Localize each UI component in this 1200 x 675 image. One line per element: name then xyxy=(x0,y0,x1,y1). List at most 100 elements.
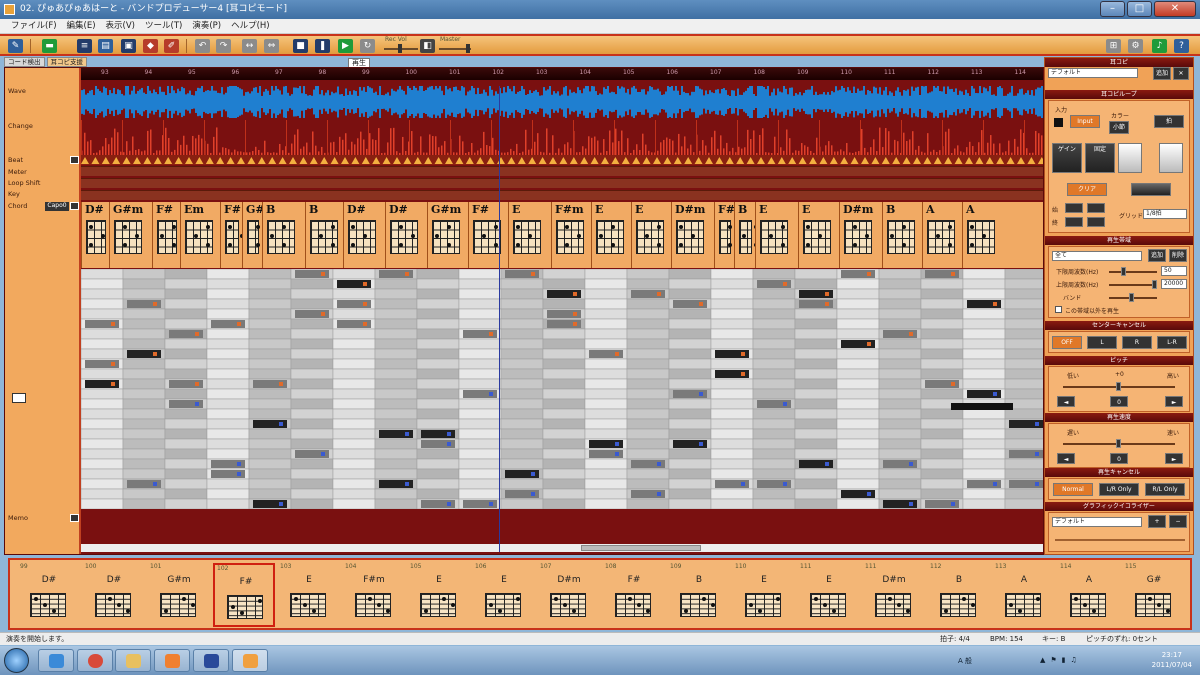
undo-icon[interactable]: ↶ xyxy=(195,39,210,53)
guitar-icon[interactable]: ♪ xyxy=(1152,39,1167,53)
stop-icon[interactable]: ■ xyxy=(293,39,308,53)
chord-diagram-strip[interactable]: 99 D# 100 D# 101 G#m 102 F# 103 E 104 F#m 105 E 106 E 10… xyxy=(8,558,1192,630)
measure-button[interactable]: 小節 xyxy=(1109,121,1129,134)
pitch-reset-button[interactable]: 0 xyxy=(1110,396,1128,407)
input-button[interactable]: Input xyxy=(1070,115,1100,128)
start-button[interactable] xyxy=(4,648,29,673)
chord-cell[interactable]: D#m xyxy=(839,202,882,268)
band-select[interactable]: 全て xyxy=(1052,251,1142,261)
band-delete-button[interactable]: 削除 xyxy=(1169,249,1187,262)
menu-edit[interactable]: 編集(E) xyxy=(62,19,101,33)
chord-track[interactable]: D#G#mF#EmF#G#mBBD#D#G#mF#EF#mEED#mF#BEED… xyxy=(81,202,1043,268)
loop-icon[interactable]: ↻ xyxy=(360,39,375,53)
taskbar-band-producer[interactable] xyxy=(232,649,268,672)
chord-diagram-card[interactable]: 110 E xyxy=(733,563,795,627)
chord-diagram-card[interactable]: 115 G# xyxy=(1123,563,1185,627)
speed-up-button[interactable]: ► xyxy=(1165,453,1183,464)
chord-diagram-card[interactable]: 108 F# xyxy=(603,563,665,627)
graphic-eq-delete-button[interactable]: − xyxy=(1169,515,1187,528)
open-icon[interactable]: ◆ xyxy=(143,39,158,53)
chord-cell[interactable]: A xyxy=(922,202,962,268)
pitch-down-button[interactable]: ◄ xyxy=(1057,396,1075,407)
band-knob[interactable] xyxy=(1129,293,1134,302)
chord-cell[interactable]: E xyxy=(508,202,551,268)
help-icon[interactable]: ? xyxy=(1174,39,1189,53)
close-button[interactable]: ✕ xyxy=(1154,1,1196,17)
maximize-button[interactable]: □ xyxy=(1127,1,1152,17)
rec-vol-knob[interactable] xyxy=(398,44,402,53)
ime-indicator[interactable]: A 般 xyxy=(958,656,972,666)
minimize-button[interactable]: – xyxy=(1100,1,1125,17)
taskbar-media-player[interactable] xyxy=(154,649,190,672)
taskbar-app-a[interactable] xyxy=(193,649,229,672)
chord-cell[interactable]: D# xyxy=(385,202,427,268)
center-r-button[interactable]: R xyxy=(1122,336,1152,349)
chord-cell[interactable]: B xyxy=(262,202,305,268)
tab-ear-copy[interactable]: 耳コピ支援 xyxy=(46,57,87,67)
speed-knob[interactable] xyxy=(1116,439,1121,448)
chord-diagram-card[interactable]: 102 F# xyxy=(213,563,275,627)
band-checkbox[interactable] xyxy=(1055,306,1062,313)
chord-cell[interactable]: E xyxy=(798,202,839,268)
track-add-icon[interactable]: ▬ xyxy=(42,39,57,53)
center-lr-button[interactable]: L-R xyxy=(1157,336,1187,349)
chord-diagram-card[interactable]: 109 B xyxy=(668,563,730,627)
zoom-out-icon[interactable]: ↔ xyxy=(242,39,257,53)
taskbar-explorer[interactable] xyxy=(115,649,151,672)
clock[interactable]: 23:17 2011/07/04 xyxy=(1152,650,1192,670)
center-off-button[interactable]: OFF xyxy=(1052,336,1082,349)
chord-cell[interactable]: B xyxy=(734,202,755,268)
change-track[interactable] xyxy=(81,120,1043,155)
chord-cell[interactable]: B xyxy=(305,202,343,268)
chord-cell[interactable]: F# xyxy=(468,202,508,268)
chord-diagram-card[interactable]: 100 D# xyxy=(83,563,145,627)
preset-select[interactable]: デフォルト xyxy=(1048,68,1138,78)
beat-toggle[interactable] xyxy=(70,156,79,164)
pause-icon[interactable]: ❚ xyxy=(315,39,330,53)
pencil-icon[interactable]: ✎ xyxy=(8,39,23,53)
tray-icons[interactable]: ▲⚑▮♫ xyxy=(1040,656,1082,664)
graphic-eq-select[interactable]: デフォルト xyxy=(1052,517,1142,527)
gain-button[interactable]: ゲイン xyxy=(1052,143,1082,173)
chord-cell[interactable]: E xyxy=(755,202,798,268)
high-freq-knob[interactable] xyxy=(1152,280,1157,289)
chord-diagram-card[interactable]: 112 B xyxy=(928,563,990,627)
chord-diagram-card[interactable]: 106 E xyxy=(473,563,535,627)
chord-cell[interactable]: E xyxy=(591,202,631,268)
to-measure[interactable] xyxy=(1065,217,1083,227)
preset-delete-button[interactable]: ✕ xyxy=(1173,67,1189,80)
master-knob[interactable] xyxy=(466,44,470,53)
memo-toggle[interactable] xyxy=(70,514,79,522)
graphic-eq-bands[interactable] xyxy=(1055,539,1185,541)
chord-cell[interactable]: B xyxy=(882,202,922,268)
center-l-button[interactable]: L xyxy=(1087,336,1117,349)
play-icon[interactable]: ▶ xyxy=(338,39,353,53)
tab-chord-detect[interactable]: コード検出 xyxy=(4,57,45,67)
chord-diagram-card[interactable]: 99 D# xyxy=(18,563,80,627)
chord-cell[interactable]: F#m xyxy=(551,202,591,268)
chord-cell[interactable]: D# xyxy=(343,202,385,268)
chord-diagram-card[interactable]: 101 G#m xyxy=(148,563,210,627)
high-freq-slider[interactable] xyxy=(1109,284,1157,286)
chord-cell[interactable]: Em xyxy=(180,202,220,268)
piano-roll[interactable] xyxy=(81,269,1043,509)
color-swatch[interactable] xyxy=(1054,118,1063,127)
speed-reset-button[interactable]: 0 xyxy=(1110,453,1128,464)
menu-play[interactable]: 演奏(P) xyxy=(187,19,226,33)
loop-toggle-a[interactable] xyxy=(1118,143,1142,173)
chord-toggle[interactable] xyxy=(70,202,79,210)
save-icon[interactable]: ▣ xyxy=(121,39,136,53)
menu-file[interactable]: ファイル(F) xyxy=(6,19,62,33)
chord-cell[interactable]: D#m xyxy=(671,202,714,268)
preset-add-button[interactable]: 追加 xyxy=(1153,67,1171,80)
from-measure[interactable] xyxy=(1065,203,1083,213)
meter-track[interactable] xyxy=(81,166,1043,176)
capo-button[interactable]: Capo0 xyxy=(45,202,69,211)
from-beat[interactable] xyxy=(1087,203,1105,213)
pitch-up-button[interactable]: ► xyxy=(1165,396,1183,407)
high-freq-value[interactable]: 20000 xyxy=(1161,279,1187,289)
cancel-normal-button[interactable]: Normal xyxy=(1053,483,1093,496)
new-file-icon[interactable]: ▤ xyxy=(98,39,113,53)
chord-diagram-card[interactable]: 104 F#m xyxy=(343,563,405,627)
menu-view[interactable]: 表示(V) xyxy=(101,19,140,33)
